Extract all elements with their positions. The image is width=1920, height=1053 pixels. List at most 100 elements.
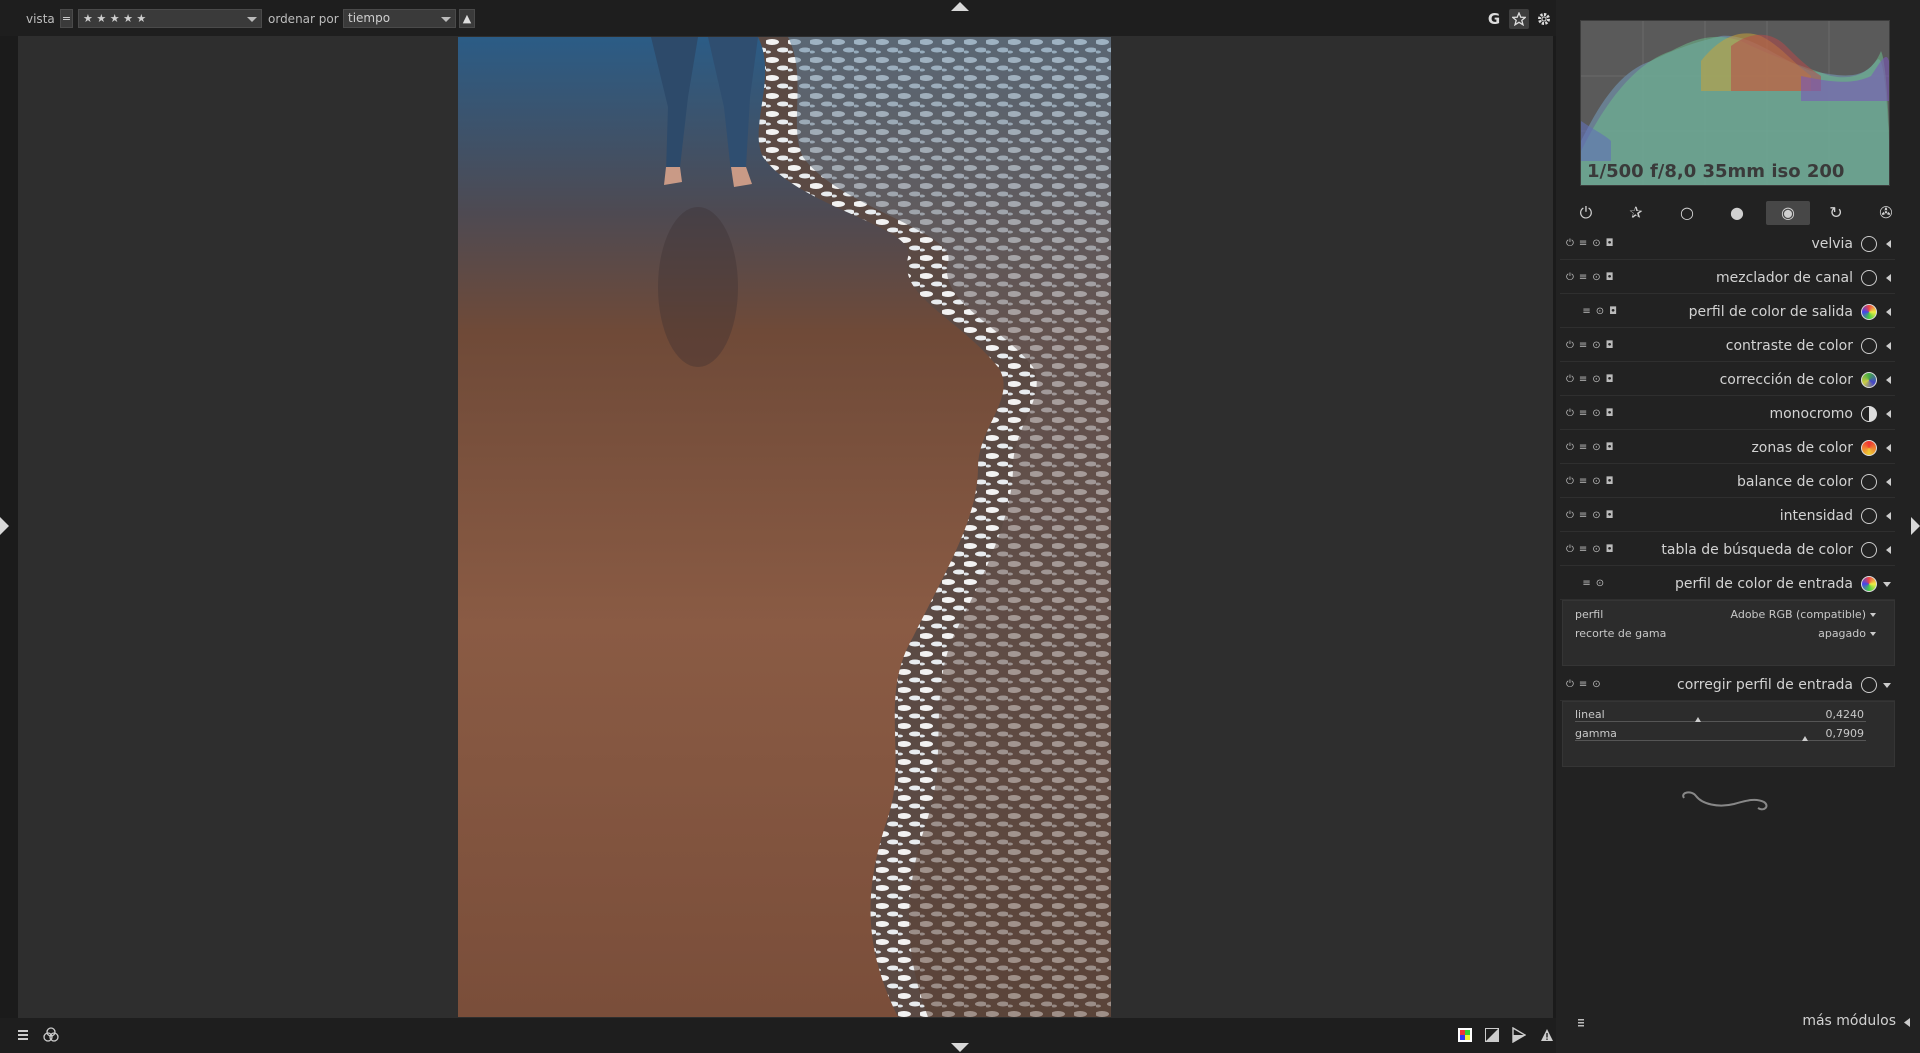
module-icon — [1861, 372, 1877, 388]
module-icon — [1861, 236, 1877, 252]
presets-menu-icon[interactable] — [1578, 1019, 1586, 1027]
power-icon[interactable]: ⏻ — [1564, 201, 1608, 225]
module-perfil-de-color-de-entrada[interactable]: ≡⊙ perfil de color de entrada — [1560, 568, 1895, 600]
effect-icon[interactable]: ✇ — [1864, 201, 1908, 225]
correct-icon[interactable]: ↻ — [1814, 201, 1858, 225]
gamut-check-icon[interactable] — [1540, 1028, 1554, 1042]
gamma-slider-knob[interactable] — [1802, 736, 1809, 741]
menu-icon[interactable] — [18, 1029, 30, 1041]
softproof-icon[interactable] — [1512, 1027, 1526, 1043]
gamut-clipping-value: apagado — [1818, 627, 1866, 640]
chevron-down-icon[interactable] — [1883, 582, 1891, 587]
module-icon — [1861, 270, 1877, 286]
chevron-left-icon[interactable] — [1886, 444, 1891, 452]
expand-arrow-icon — [1904, 1018, 1910, 1027]
chevron-left-icon[interactable] — [1886, 410, 1891, 418]
module-controls[interactable]: ⏻≡⊙◘ — [1566, 238, 1619, 249]
module-controls[interactable]: ≡⊙ — [1566, 578, 1609, 589]
module-controls[interactable]: ⏻≡⊙◘ — [1566, 272, 1619, 283]
module-velvia[interactable]: ⏻≡⊙◘ velvia — [1560, 228, 1895, 260]
module-name: monocromo — [1769, 406, 1853, 422]
module-controls[interactable]: ≡⊙◘ — [1566, 306, 1622, 317]
module-name: velvia — [1811, 236, 1853, 252]
module-perfil-de-color-de-salida[interactable]: ≡⊙◘ perfil de color de salida — [1560, 296, 1895, 328]
chevron-left-icon[interactable] — [1886, 240, 1891, 248]
more-modules-label: más módulos — [1802, 1013, 1896, 1029]
module-name: corregir perfil de entrada — [1677, 677, 1853, 693]
module-icon — [1861, 440, 1877, 456]
ornament-icon — [1682, 791, 1768, 811]
gamma-label: gamma — [1575, 727, 1617, 740]
chevron-left-icon[interactable] — [1886, 342, 1891, 350]
chevron-left-icon[interactable] — [1886, 274, 1891, 282]
module-monocromo[interactable]: ⏻≡⊙◘ monocromo — [1560, 398, 1895, 430]
chevron-left-icon[interactable] — [1886, 512, 1891, 520]
module-controls[interactable]: ⏻≡⊙◘ — [1566, 374, 1619, 385]
module-groups: ⏻ ✰ ○ ● ◉ ↻ ✇ — [1556, 198, 1920, 228]
module-balance-de-color[interactable]: ⏻≡⊙◘ balance de color — [1560, 466, 1895, 498]
gamma-slider[interactable]: gamma 0,7909 — [1563, 725, 1894, 744]
module-name: zonas de color — [1751, 440, 1853, 456]
module-icon — [1861, 304, 1877, 320]
gear-icon[interactable] — [1534, 9, 1554, 29]
module-controls[interactable]: ⏻≡⊙◘ — [1566, 544, 1619, 555]
basic-icon[interactable]: ○ — [1665, 201, 1709, 225]
more-modules-row[interactable]: más módulos — [1556, 1007, 1920, 1037]
module-mezclador-de-canal[interactable]: ⏻≡⊙◘ mezclador de canal — [1560, 262, 1895, 294]
left-panel-toggle-icon[interactable] — [0, 517, 10, 535]
chevron-left-icon[interactable] — [1886, 478, 1891, 486]
bottom-panel-toggle-icon[interactable] — [951, 1043, 969, 1053]
module-corregir-perfil-de-entrada[interactable]: ⏻≡⊙ corregir perfil de entrada — [1560, 669, 1895, 701]
favorites-icon[interactable]: ✰ — [1614, 201, 1658, 225]
module-name: intensidad — [1779, 508, 1853, 524]
module-controls[interactable]: ⏻≡⊙◘ — [1566, 340, 1619, 351]
module-controls[interactable]: ⏻≡⊙◘ — [1566, 408, 1619, 419]
module-name: mezclador de canal — [1716, 270, 1853, 286]
module-icon — [1861, 542, 1877, 558]
module-zonas-de-color[interactable]: ⏻≡⊙◘ zonas de color — [1560, 432, 1895, 464]
module-controls[interactable]: ⏻≡⊙◘ — [1566, 476, 1619, 487]
sort-combo[interactable]: tiempo — [343, 9, 456, 28]
right-panel: 1/500 f/8,0 35mm iso 200 ⏻ ✰ ○ ● ◉ ↻ ✇ ⏻≡⊙◘ vel… — [1556, 0, 1920, 1053]
view-comparator-button[interactable]: = — [60, 9, 73, 28]
module-name: perfil de color de salida — [1688, 304, 1853, 320]
rating-filter-combo[interactable]: ★ ★ ★ ★ ★ — [78, 9, 262, 28]
module-tabla-de-búsqueda-de-color[interactable]: ⏻≡⊙◘ tabla de búsqueda de color — [1560, 534, 1895, 566]
module-name: tabla de búsqueda de color — [1661, 542, 1853, 558]
chevron-left-icon[interactable] — [1886, 376, 1891, 384]
module-name: balance de color — [1737, 474, 1853, 490]
color-assessment-icon[interactable] — [1458, 1028, 1472, 1042]
module-controls[interactable]: ⏻≡⊙◘ — [1566, 510, 1619, 521]
gamut-clipping-row[interactable]: recorte de gama apagado — [1563, 624, 1894, 643]
right-panel-toggle-icon[interactable] — [1910, 517, 1920, 535]
linear-slider-knob[interactable] — [1695, 717, 1702, 722]
profile-row[interactable]: perfil Adobe RGB (compatible) — [1563, 605, 1894, 624]
exif-info: 1/500 f/8,0 35mm iso 200 — [1587, 161, 1845, 182]
chevron-down-icon — [1870, 613, 1876, 617]
color-icon[interactable]: ◉ — [1766, 201, 1810, 225]
chevron-left-icon[interactable] — [1886, 546, 1891, 554]
chevron-down-icon[interactable] — [1883, 683, 1891, 688]
module-contraste-de-color[interactable]: ⏻≡⊙◘ contraste de color — [1560, 330, 1895, 362]
raw-overexposed-icon[interactable] — [1485, 1028, 1499, 1042]
styles-icon[interactable] — [43, 1027, 59, 1043]
photo-image[interactable] — [458, 37, 1111, 1017]
view-label: vista — [26, 12, 55, 26]
sort-label: ordenar por — [268, 12, 339, 26]
sort-direction-button[interactable]: ▲ — [459, 9, 475, 28]
star-icon[interactable] — [1509, 9, 1529, 29]
chevron-left-icon[interactable] — [1886, 308, 1891, 316]
module-name: corrección de color — [1719, 372, 1853, 388]
tone-icon[interactable]: ● — [1715, 201, 1759, 225]
module-controls[interactable]: ⏻≡⊙◘ — [1566, 442, 1619, 453]
histogram[interactable]: 1/500 f/8,0 35mm iso 200 — [1580, 20, 1890, 186]
module-controls[interactable]: ⏻≡⊙ — [1566, 679, 1606, 690]
module-corrección-de-color[interactable]: ⏻≡⊙◘ corrección de color — [1560, 364, 1895, 396]
gamut-clipping-label: recorte de gama — [1575, 627, 1667, 640]
module-intensidad[interactable]: ⏻≡⊙◘ intensidad — [1560, 500, 1895, 532]
grouping-button[interactable]: G — [1484, 9, 1504, 29]
top-panel-toggle-icon[interactable] — [951, 1, 969, 11]
linear-slider[interactable]: lineal 0,4240 — [1563, 706, 1894, 725]
input-profile-params: perfil Adobe RGB (compatible) recorte de… — [1562, 600, 1895, 666]
module-icon — [1861, 338, 1877, 354]
